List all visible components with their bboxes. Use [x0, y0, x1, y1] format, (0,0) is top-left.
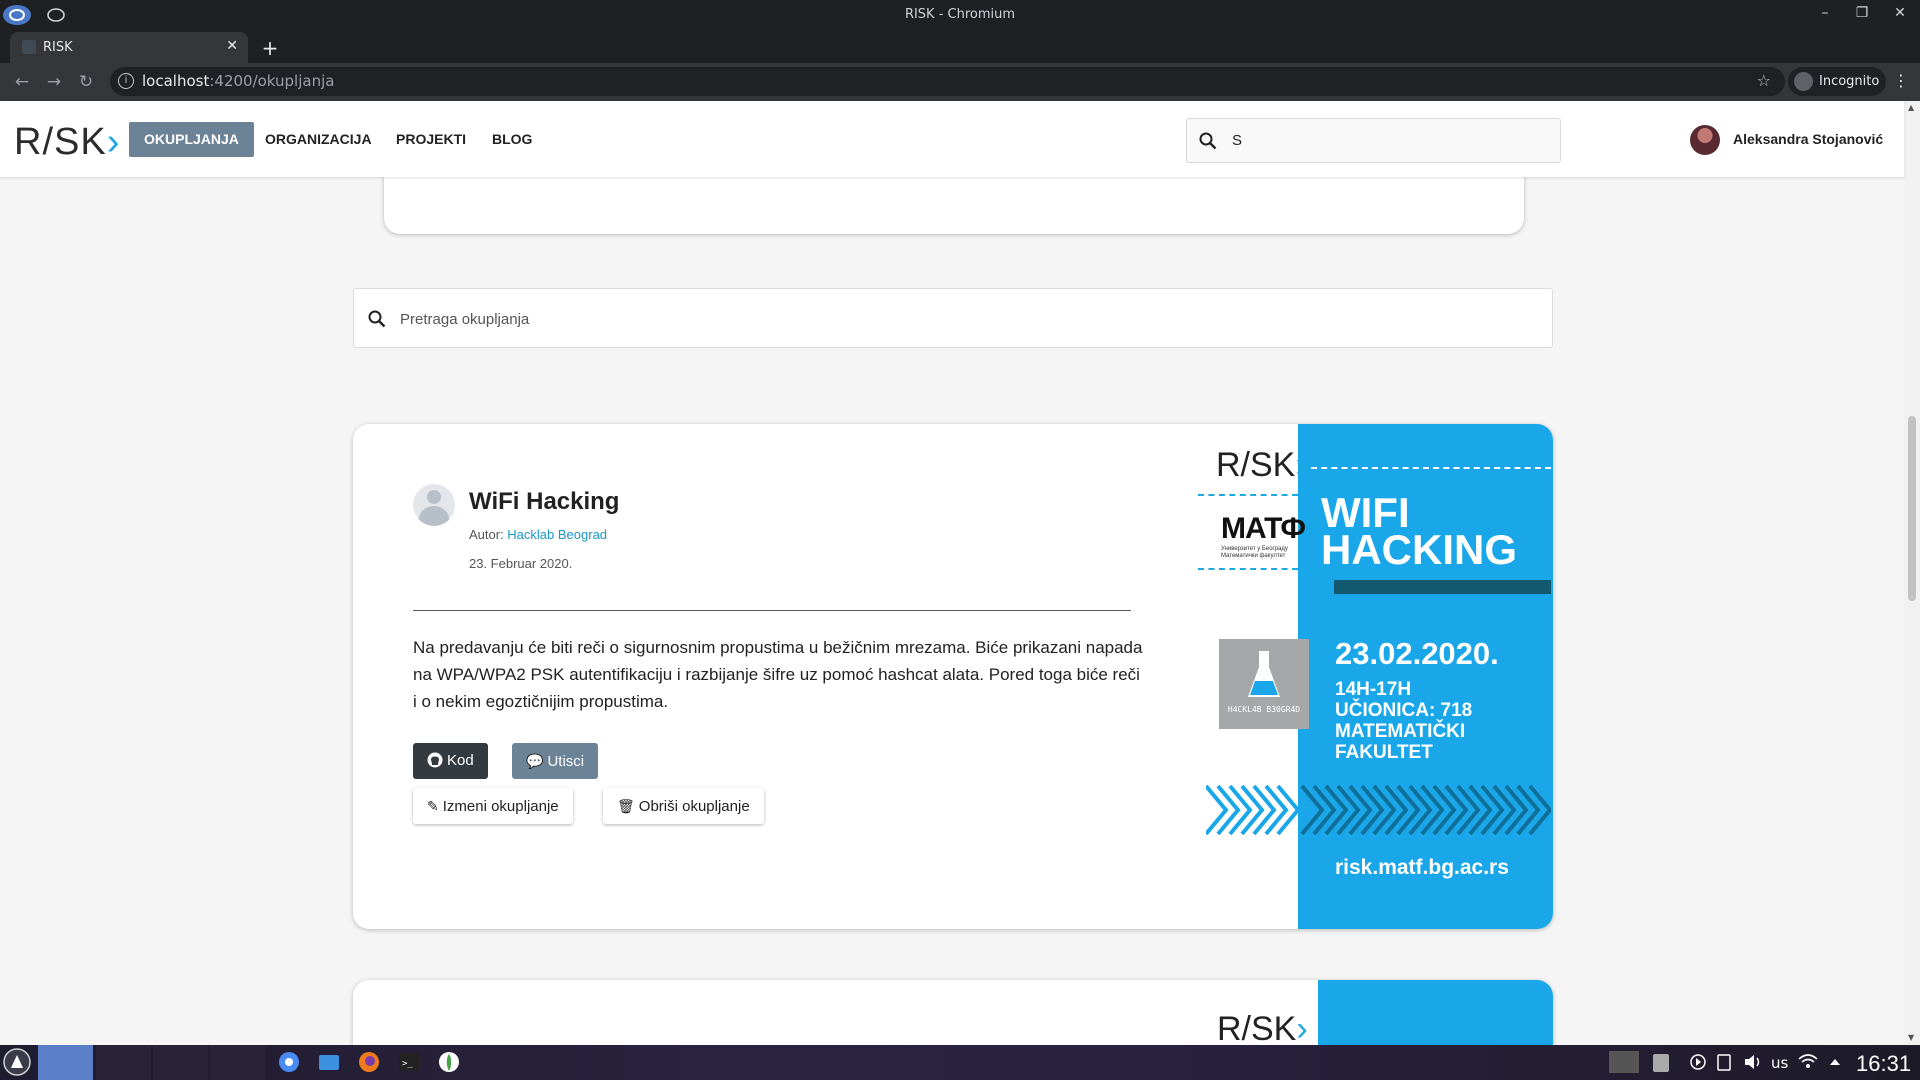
poster-bar — [1334, 580, 1551, 594]
poster-dash-line — [1198, 494, 1298, 496]
tab-risk[interactable]: RISK ✕ — [10, 32, 248, 63]
poster-dash-line-white — [1311, 467, 1551, 469]
browser-toolbar: ← → ↻ i localhost:4200/okupljanja ☆ Inco… — [0, 63, 1920, 101]
delete-event-button[interactable]: 🗑 Obriši okupljanje — [603, 788, 764, 824]
site-info-icon[interactable]: i — [118, 73, 134, 89]
clock[interactable]: 16:31 — [1856, 1051, 1911, 1077]
top-search-input[interactable]: S — [1186, 118, 1561, 163]
poster-risk-logo: R/SK› — [1216, 446, 1307, 484]
chromium-icon[interactable] — [276, 1045, 302, 1080]
restore-icon[interactable]: ❐ — [1852, 5, 1872, 21]
nav-blog[interactable]: BLOG — [477, 122, 547, 157]
desktop-2-icon[interactable] — [96, 1045, 151, 1080]
edit-event-button[interactable]: ✎ Izmeni okupljanje — [413, 788, 573, 824]
poster-headline: WIFI HACKING — [1321, 489, 1517, 573]
trash-icon: 🗑 — [617, 798, 635, 814]
svg-text:>_: >_ — [402, 1059, 413, 1069]
keyboard-layout[interactable]: us — [1771, 1054, 1788, 1072]
wifi-icon[interactable] — [1797, 1045, 1819, 1080]
event-date: 23. Februar 2020. — [469, 556, 573, 571]
firefox-icon[interactable] — [356, 1045, 382, 1080]
tab-close-icon[interactable]: ✕ — [226, 38, 238, 54]
clipboard-icon[interactable] — [1714, 1045, 1734, 1080]
poster-details: 14H-17H UČIONICA: 718 MATEMATIČKI FAKULT… — [1335, 679, 1473, 763]
incognito-badge[interactable]: Incognito — [1788, 67, 1886, 96]
nav-organizacija[interactable]: ORGANIZACIJA — [250, 122, 387, 157]
terminal-icon[interactable]: >_ — [396, 1045, 422, 1080]
feedback-button[interactable]: 💬 Utisci — [512, 743, 599, 779]
close-window-icon[interactable]: ✕ — [1890, 5, 1910, 21]
favicon-icon — [22, 40, 36, 54]
events-search[interactable] — [353, 288, 1553, 348]
trash-tray-icon[interactable] — [1650, 1045, 1672, 1080]
forward-icon[interactable]: → — [43, 72, 65, 92]
desktop-4-icon[interactable] — [210, 1045, 265, 1080]
incognito-icon — [1794, 72, 1813, 91]
poster-date: 23.02.2020. — [1335, 636, 1499, 671]
organizer-avatar — [413, 484, 455, 526]
poster-chevrons — [1206, 784, 1551, 836]
nav-okupljanja[interactable]: OKUPLJANJA — [129, 122, 254, 157]
search-icon — [368, 310, 386, 328]
tray-expand-icon[interactable] — [1826, 1045, 1844, 1080]
hacklab-logo: H4CKL4B B30GR4D — [1219, 639, 1309, 729]
nav-projekti[interactable]: PROJEKTI — [381, 122, 481, 157]
matf-logo: МАТФ — [1221, 512, 1306, 545]
mongodb-icon[interactable] — [436, 1045, 462, 1080]
event-author: Autor: Hacklab Beograd — [469, 527, 608, 542]
minimize-icon[interactable]: – — [1815, 5, 1835, 21]
browser-menu-icon[interactable]: ⋮ — [1890, 67, 1912, 96]
url-text: localhost:4200/okupljanja — [142, 72, 335, 90]
scroll-up-icon[interactable]: ▲ — [1908, 103, 1914, 112]
author-link[interactable]: Hacklab Beograd — [507, 527, 607, 542]
window-title: RISK - Chromium — [904, 7, 1016, 22]
os-taskbar: >_ us 16:31 — [0, 1045, 1920, 1080]
reload-icon[interactable]: ↻ — [75, 72, 97, 92]
volume-icon[interactable] — [1742, 1045, 1764, 1080]
events-search-input[interactable] — [400, 305, 1500, 333]
code-button[interactable]: Kod — [413, 743, 488, 779]
comments-icon: 💬 — [526, 753, 544, 769]
desktop-3-icon[interactable] — [153, 1045, 208, 1080]
page-scrollbar[interactable]: ▲ ▼ — [1904, 101, 1920, 1045]
scroll-down-icon[interactable]: ▼ — [1908, 1033, 1914, 1042]
pencil-icon: ✎ — [427, 798, 439, 814]
media-play-icon[interactable] — [1688, 1045, 1708, 1080]
app-launcher-icon[interactable] — [2, 1045, 32, 1080]
tab-strip: RISK ✕ + — [0, 30, 1920, 63]
user-name: Aleksandra Stojanović — [1733, 131, 1884, 147]
event-card: WiFi Hacking Autor: Hacklab Beograd 23. … — [353, 424, 1553, 929]
poster-url: risk.matf.bg.ac.rs — [1335, 856, 1509, 879]
new-tab-icon[interactable]: + — [258, 36, 282, 60]
event-title: WiFi Hacking — [469, 488, 620, 515]
poster-dash-line — [1198, 568, 1298, 570]
app-navbar: R/SK› OKUPLJANJA ORGANIZACIJA PROJEKTI B… — [0, 101, 1904, 177]
address-bar[interactable]: i localhost:4200/okupljanja ☆ — [110, 67, 1785, 96]
flask-icon — [1248, 651, 1280, 697]
avatar — [1690, 125, 1720, 155]
top-search-value: S — [1232, 132, 1243, 149]
incognito-label: Incognito — [1819, 74, 1880, 89]
scroll-thumb[interactable] — [1908, 416, 1916, 601]
browser-title-bar: RISK - Chromium – ❐ ✕ — [0, 0, 1920, 30]
search-icon — [1199, 132, 1217, 150]
show-desktop-icon[interactable] — [1609, 1051, 1639, 1073]
next-poster-logo: R/SK› — [1217, 1010, 1308, 1048]
files-icon[interactable] — [316, 1045, 342, 1080]
back-icon[interactable]: ← — [11, 72, 33, 92]
github-icon — [427, 752, 443, 768]
tab-title: RISK — [43, 40, 73, 55]
bookmark-star-icon[interactable]: ☆ — [1757, 71, 1771, 90]
divider — [413, 610, 1131, 611]
matf-subtitle: Универзитет у Београду Математички факул… — [1221, 546, 1288, 559]
desktop-1-icon[interactable] — [38, 1045, 93, 1080]
risk-logo[interactable]: R/SK› — [14, 121, 120, 164]
event-description: Na predavanju će biti reči o sigurnosnim… — [413, 638, 1143, 711]
